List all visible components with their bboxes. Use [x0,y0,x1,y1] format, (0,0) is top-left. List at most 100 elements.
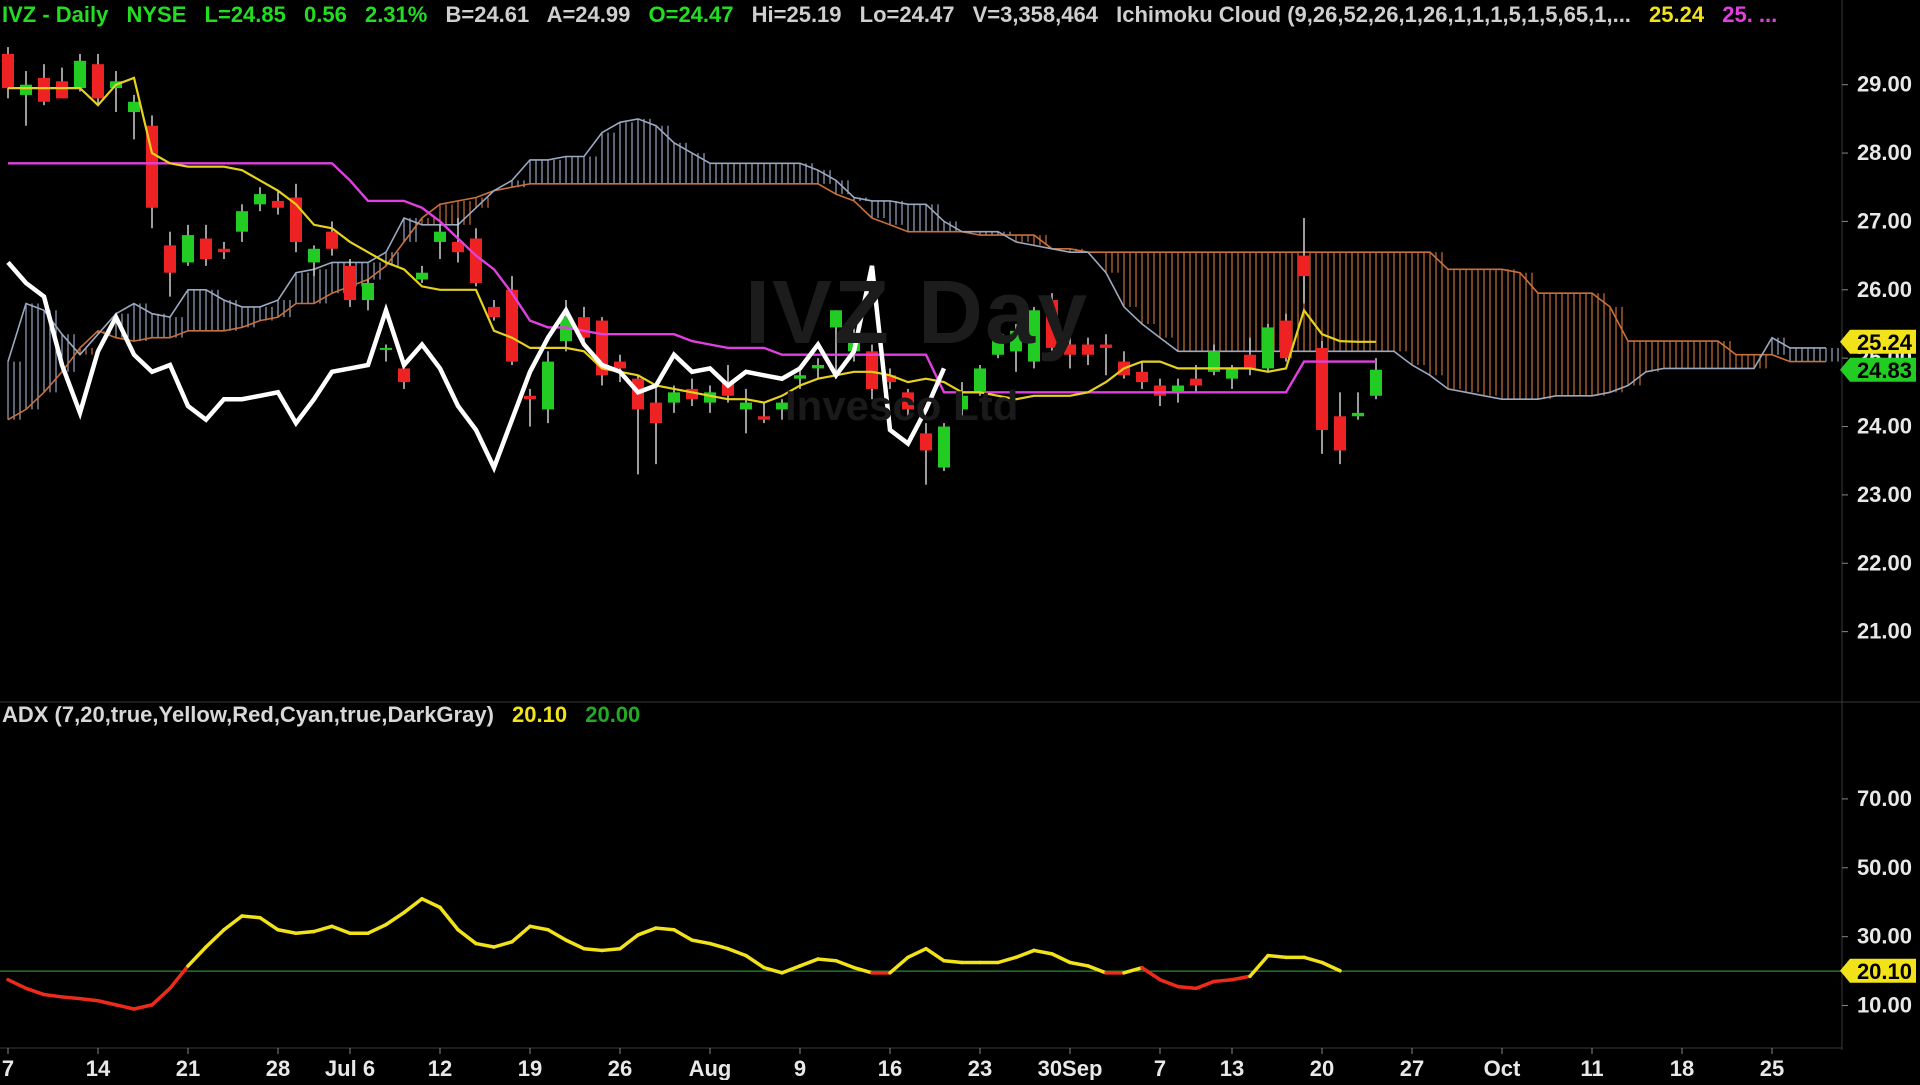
candle-up [254,194,266,205]
adx-segment [204,928,226,949]
adx-segment [834,959,856,970]
time-tick-label: 7 [2,1056,14,1080]
price-tick-label: 28.00 [1857,140,1912,165]
price-tick-label: 26.00 [1857,277,1912,302]
chart-canvas: 29.0028.0027.0026.0025.0024.0023.0022.00… [0,0,1920,1081]
adx-segment [168,964,190,991]
adx-segment [672,928,694,942]
adx-segment [564,938,586,951]
price-header: IVZ - Daily NYSE L=24.85 0.56 2.31% B=24… [2,2,1789,32]
symbol-label[interactable]: IVZ - Daily [2,2,108,27]
adx-segment [1230,974,1252,982]
adx-segment [528,924,550,932]
candle-down [614,361,626,369]
adx-segment [60,995,82,1001]
candle-up [182,235,194,263]
adx-segment [330,924,352,935]
time-tick-label: 11 [1580,1056,1603,1080]
adx-label[interactable]: ADX (7,20,true,Yellow,Red,Cyan,true,Dark… [2,702,494,727]
adx-segment [1266,953,1288,960]
adx-header: ADX (7,20,true,Yellow,Red,Cyan,true,Dark… [2,702,652,732]
adx-segment [366,922,388,935]
candle-up [938,426,950,468]
volume-value: V=3,358,464 [972,2,1098,27]
last-price-tag-label: 24.83 [1857,358,1912,383]
adx-segment [1050,952,1072,965]
adx-segment [222,914,244,932]
candle-down [164,245,176,273]
adx-segment [852,965,874,975]
candle-down [1100,344,1112,348]
candle-up [812,365,824,369]
candle-up [236,211,248,232]
adx-segment [312,924,334,934]
ask-value: A=24.99 [546,2,631,27]
adx-tick-label: 70.00 [1857,786,1912,811]
time-tick-label: Aug [689,1056,732,1080]
adx-segment [942,959,964,965]
adx-segment [924,946,946,963]
adx-segment [546,928,568,942]
adx-segment [474,941,496,949]
candle-down [1154,385,1166,396]
open-value: O=24.47 [648,2,734,27]
adx-segment [78,996,100,1003]
adx-segment [816,957,838,963]
low-value: Lo=24.47 [859,2,955,27]
price-tick-label: 29.00 [1857,72,1912,97]
candle-down [344,265,356,301]
adx-segment [1014,948,1036,960]
last-price: L=24.85 [204,2,286,27]
adx-segment [582,946,604,953]
tenkan-value: 25.24 [1649,2,1705,27]
time-tick-label: 9 [794,1056,806,1080]
indicator-label[interactable]: Ichimoku Cloud (9,26,52,26,1,26,1,1,1,5,… [1116,2,1631,27]
adx-segment [456,928,478,946]
adx-value: 20.10 [512,702,568,727]
adx-segment [132,1003,154,1011]
candle-up [794,375,806,379]
adx-segment [294,929,316,935]
candle-down [326,231,338,249]
kijun-sen-line [8,162,1376,394]
adx-segment [492,940,514,949]
adx-segment [186,945,208,968]
candle-up [1370,369,1382,396]
adx-segment [690,938,712,946]
time-tick-label: 27 [1400,1056,1424,1080]
adx-segment [150,986,172,1007]
adx-segment [240,914,262,920]
last-price-tag-label: 25.24 [1857,330,1913,355]
adx-segment [420,897,442,910]
adx-segment [762,965,784,975]
candle-down [218,248,230,253]
candle-up [542,361,554,410]
candle-up [1226,368,1238,379]
candle-up [668,392,680,403]
adx-segment [708,941,730,951]
adx-segment [24,986,46,997]
adx-segment [1140,965,1162,982]
price-tick-label: 27.00 [1857,208,1912,233]
time-tick-label: 12 [428,1056,452,1080]
candle-down [470,238,482,283]
adx-segment [384,910,406,927]
time-tick-label: 16 [878,1056,902,1080]
adx-segment [618,933,640,951]
candle-up [416,272,428,280]
candle-up [740,402,752,410]
candle-up [362,282,374,301]
time-tick-label: 30Sep [1038,1056,1103,1080]
time-tick-label: 13 [1220,1056,1244,1080]
adx-segment [654,926,676,932]
price-tick-label: 22.00 [1857,550,1912,575]
candle-down [650,402,662,424]
price-tick-label: 24.00 [1857,414,1912,439]
adx-segment [258,915,280,932]
candle-down [1334,416,1346,451]
adx-segment [1248,953,1270,979]
adx-segment [1194,979,1216,991]
high-value: Hi=25.19 [751,2,842,27]
adx-segment [6,977,28,991]
candle-up [1262,327,1274,369]
